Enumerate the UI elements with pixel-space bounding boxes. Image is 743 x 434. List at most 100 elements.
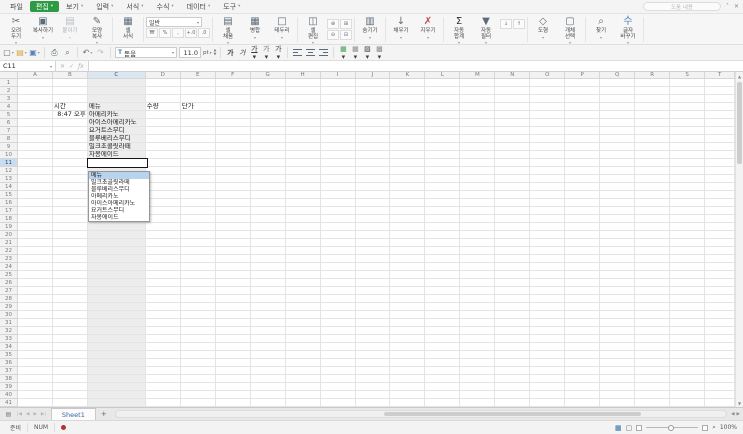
cell-T8[interactable] — [705, 135, 735, 143]
cell-Q16[interactable] — [600, 199, 636, 207]
cell-L29[interactable] — [425, 303, 461, 311]
cell-F12[interactable] — [215, 167, 251, 175]
cell-H5[interactable] — [285, 111, 321, 119]
cell-R8[interactable] — [635, 135, 671, 143]
cell-G26[interactable] — [250, 279, 286, 287]
font-name-select[interactable]: T 돋움 ▾ — [115, 47, 177, 58]
cell-K18[interactable] — [390, 215, 426, 223]
cell-D29[interactable] — [145, 303, 181, 311]
cell-B23[interactable] — [52, 255, 88, 263]
cell-H22[interactable] — [285, 247, 321, 255]
cell-K26[interactable] — [390, 279, 426, 287]
cell-P11[interactable] — [565, 159, 601, 167]
comma-style-button[interactable]: , — [172, 28, 184, 38]
cell-P1[interactable] — [565, 79, 601, 87]
cell-R22[interactable] — [635, 247, 671, 255]
cell-R19[interactable] — [635, 223, 671, 231]
cell-B17[interactable] — [52, 207, 88, 215]
cell-Q14[interactable] — [600, 183, 636, 191]
cell-P40[interactable] — [565, 391, 601, 399]
cell-J30[interactable] — [355, 311, 391, 319]
cell-O39[interactable] — [530, 383, 566, 391]
magnifier-icon[interactable]: ⌕ — [712, 423, 716, 432]
cell-P7[interactable] — [565, 127, 601, 135]
cell-G15[interactable] — [250, 191, 286, 199]
cell-N2[interactable] — [495, 87, 531, 95]
cell-A16[interactable] — [17, 199, 53, 207]
cell-D5[interactable] — [145, 111, 181, 119]
menu-tab-파일[interactable]: 파일 — [4, 1, 29, 12]
cell-E14[interactable] — [180, 183, 216, 191]
cell-I8[interactable] — [320, 135, 356, 143]
cell-R23[interactable] — [635, 255, 671, 263]
cell-J28[interactable] — [355, 295, 391, 303]
cell-Q34[interactable] — [600, 343, 636, 351]
cell-H39[interactable] — [285, 383, 321, 391]
cell-C5[interactable]: 아메리카노 — [87, 111, 146, 119]
cell-K3[interactable] — [390, 95, 426, 103]
cell-O7[interactable] — [530, 127, 566, 135]
cell-L39[interactable] — [425, 383, 461, 391]
cell-T16[interactable] — [705, 199, 735, 207]
cut-button[interactable]: ✂ 오려 두기 ▾ — [3, 16, 29, 45]
first-sheet-icon[interactable]: |◀ — [15, 412, 24, 417]
cell-J8[interactable] — [355, 135, 391, 143]
cell-N38[interactable] — [495, 375, 531, 383]
cell-P15[interactable] — [565, 191, 601, 199]
cell-D19[interactable] — [145, 223, 181, 231]
cell-I5[interactable] — [320, 111, 356, 119]
cell-M9[interactable] — [460, 143, 496, 151]
cell-I37[interactable] — [320, 367, 356, 375]
cell-P22[interactable] — [565, 247, 601, 255]
cell-H26[interactable] — [285, 279, 321, 287]
cell-C9[interactable]: 밀크초콜릿라떼 — [87, 143, 146, 151]
cell-P2[interactable] — [565, 87, 601, 95]
cell-D26[interactable] — [145, 279, 181, 287]
cell-O17[interactable] — [530, 207, 566, 215]
cell-A9[interactable] — [17, 143, 53, 151]
cell-M6[interactable] — [460, 119, 496, 127]
cell-T7[interactable] — [705, 127, 735, 135]
cell-A17[interactable] — [17, 207, 53, 215]
cell-J11[interactable] — [355, 159, 391, 167]
cell-T38[interactable] — [705, 375, 735, 383]
cell-T30[interactable] — [705, 311, 735, 319]
cell-A14[interactable] — [17, 183, 53, 191]
cell-D35[interactable] — [145, 351, 181, 359]
cell-A12[interactable] — [17, 167, 53, 175]
cell-J35[interactable] — [355, 351, 391, 359]
cell-D39[interactable] — [145, 383, 181, 391]
row-header-2[interactable]: 2 — [0, 87, 18, 95]
find-button[interactable]: ⌕ 찾기 ▾ — [588, 16, 614, 40]
cell-Q25[interactable] — [600, 271, 636, 279]
cell-N30[interactable] — [495, 311, 531, 319]
cell-B10[interactable] — [52, 151, 88, 159]
cell-N37[interactable] — [495, 367, 531, 375]
cell-A41[interactable] — [17, 399, 53, 407]
cell-I21[interactable] — [320, 239, 356, 247]
cell-I19[interactable] — [320, 223, 356, 231]
cell-S8[interactable] — [670, 135, 706, 143]
object-select-button[interactable]: ▢ 개체 선택 ▾ — [557, 16, 583, 45]
cell-T25[interactable] — [705, 271, 735, 279]
cell-K8[interactable] — [390, 135, 426, 143]
cell-P6[interactable] — [565, 119, 601, 127]
cell-A35[interactable] — [17, 351, 53, 359]
row-header-5[interactable]: 5 — [0, 111, 18, 119]
cell-G23[interactable] — [250, 255, 286, 263]
close-button[interactable]: ✕ — [734, 3, 739, 10]
cell-L13[interactable] — [425, 175, 461, 183]
pattern-button[interactable]: ▩ ▾ — [374, 45, 384, 61]
cell-F4[interactable] — [215, 103, 251, 111]
cell-N22[interactable] — [495, 247, 531, 255]
cell-J23[interactable] — [355, 255, 391, 263]
cell-T13[interactable] — [705, 175, 735, 183]
cell-B20[interactable] — [52, 231, 88, 239]
cell-G30[interactable] — [250, 311, 286, 319]
cell-R40[interactable] — [635, 391, 671, 399]
cell-A38[interactable] — [17, 375, 53, 383]
cell-I1[interactable] — [320, 79, 356, 87]
cell-P24[interactable] — [565, 263, 601, 271]
cell-L28[interactable] — [425, 295, 461, 303]
cell-Q33[interactable] — [600, 335, 636, 343]
